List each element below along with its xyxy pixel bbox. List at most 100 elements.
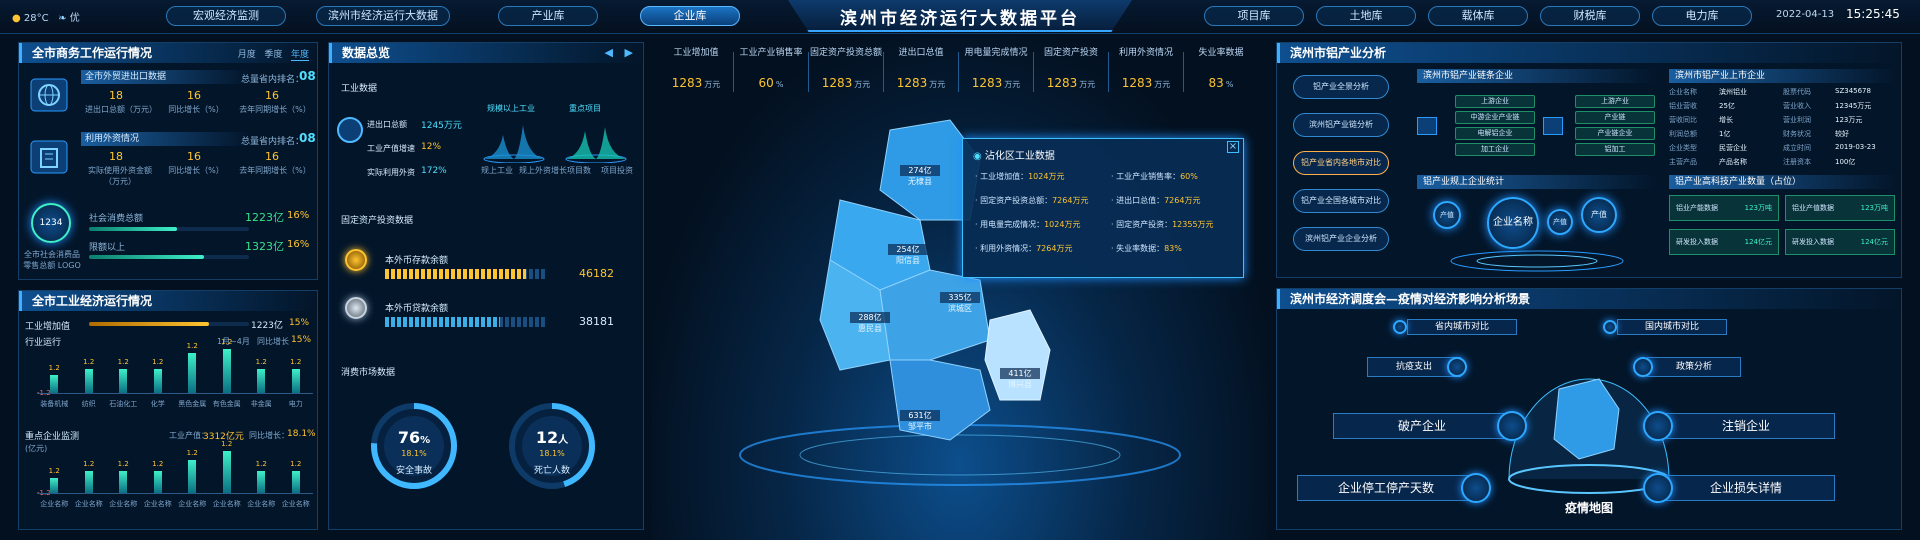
listed-key: 企业名称 [1669, 88, 1697, 96]
region-name: 无棣县 [908, 177, 932, 186]
consume-row2-value: 1323亿 [245, 240, 284, 253]
chain-item[interactable]: 铝加工 [1575, 143, 1655, 156]
popup-close-icon[interactable]: × [1227, 141, 1239, 153]
bar-category-label: 化学 [150, 400, 165, 408]
stat-divider [958, 52, 959, 92]
invest-value-2: 16 [187, 150, 201, 163]
popup-item-name: · 固定资产投资： [1111, 220, 1173, 229]
tech-name: 铝业产能数据 [1676, 204, 1718, 212]
epi-button[interactable]: 注销企业 [1657, 413, 1835, 439]
epi-button-label: 破产企业 [1397, 419, 1446, 433]
stat-label: 进出口总值 [898, 48, 944, 58]
tab-land-lib[interactable]: 土地库 [1316, 6, 1416, 26]
bubble-2-label: 产值 [1553, 218, 1567, 226]
tab-month[interactable]: 月度 [238, 50, 256, 60]
listed-key: 股票代码 [1783, 88, 1811, 96]
chain-title: 滨州市铝产业链条企业 [1417, 69, 1657, 83]
popup-region-icon: ◉ [973, 151, 982, 162]
chain-item[interactable]: 上游产业 [1575, 95, 1655, 108]
chart-icon [1643, 473, 1673, 503]
epi-button[interactable]: 企业损失详情 [1657, 475, 1835, 501]
bar-category-label: 企业名称 [178, 500, 207, 508]
tab-power-lib[interactable]: 电力库 [1652, 6, 1752, 26]
bar-column [119, 471, 128, 493]
bar-value-label: 1.2 [83, 460, 95, 468]
chain-item[interactable]: 中游企业产业链 [1455, 111, 1535, 124]
listed-value: 100亿 [1835, 158, 1856, 166]
next-arrow-icon[interactable]: ▶ [625, 46, 633, 59]
epi-button-label: 抗疫支出 [1395, 362, 1432, 372]
epi-button[interactable]: 省内城市对比 [1407, 319, 1517, 335]
bar-category-label: 纺织 [81, 400, 96, 408]
bar-category-label: 企业名称 [109, 500, 138, 508]
tab-enterprise-lib[interactable]: 企业库 [640, 6, 740, 26]
tech-grid: 铝业产能数据 123万吨 铝业产值数据 123万吨 研发投入数据 124亿元 研发投入数据 1… [1669, 195, 1897, 271]
epi-button-label: 省内城市对比 [1434, 322, 1489, 332]
ind-row3-pct: 18.1% [287, 429, 316, 439]
tab-bigdata[interactable]: 滨州市经济运行大数据 [316, 6, 450, 26]
building-icon [27, 135, 71, 179]
chain-item[interactable]: 产业链企业 [1575, 127, 1655, 140]
epi-button[interactable]: 国内城市对比 [1617, 319, 1727, 335]
alum-button[interactable]: 滨州铝产业链分析 [1293, 113, 1389, 137]
alum-button[interactable]: 铝产业全景分析 [1293, 75, 1389, 99]
tab-industry-lib[interactable]: 产业库 [498, 6, 598, 26]
tab-carrier-lib[interactable]: 载体库 [1428, 6, 1528, 26]
fixed-invest-section: 固定资产投资数据 [341, 216, 414, 226]
bar-category-label: 石油化工 [109, 400, 138, 408]
region-popup: ◉ 沾化区工业数据 × · 工业增加值：1024万元 · 工业产业销售率：60% ·… [962, 138, 1244, 278]
page-title: 滨州市经济运行大数据平台 [840, 9, 1080, 29]
chain-item[interactable]: 加工企业 [1455, 143, 1535, 156]
peak-chart1 [483, 125, 545, 163]
trade-rank: 08 [299, 69, 316, 83]
listed-value: 滨州铝业 [1719, 88, 1747, 96]
prev-arrow-icon[interactable]: ◀ [605, 46, 613, 59]
globe-icon [27, 73, 71, 117]
tab-year[interactable]: 年度 [290, 50, 309, 61]
region-value: 335亿 [940, 292, 980, 303]
stat-title: 铝产业规上企业统计 [1417, 175, 1657, 189]
stat-label: 固定资产投资总额 [810, 48, 883, 58]
listed-key: 企业类型 [1669, 144, 1697, 152]
stat-unit: % [775, 80, 784, 89]
ind-row2-label: 行业运行 [25, 338, 62, 348]
epi-button[interactable]: 政策分析 [1647, 357, 1741, 377]
stat-label: 用电量完成情况 [964, 48, 1028, 58]
consume-row1-fill [89, 227, 177, 231]
popup-item-name: · 工业增加值： [975, 172, 1029, 181]
gauge-deaths-unit: 人 [558, 435, 569, 446]
listed-value: 12345万元 [1835, 102, 1872, 110]
peak-chart1-title: 规模以上工业 [487, 104, 535, 113]
stat-number: 1283 [671, 76, 703, 90]
chain-item[interactable]: 上游企业 [1455, 95, 1535, 108]
bar-category-label: 装备机械 [40, 400, 69, 408]
tab-tax-lib[interactable]: 财税库 [1540, 6, 1640, 26]
alum-button[interactable]: 滨州铝产业企业分析 [1293, 227, 1389, 251]
popup-item-name: · 失业率数据： [1111, 244, 1165, 253]
chain-item[interactable]: 产业链 [1575, 111, 1655, 124]
chart-icon [337, 117, 363, 143]
alum-button[interactable]: 铝产业省内各地市对比 [1293, 151, 1389, 175]
commerce-panel: 全市商务工作运行情况 月度 季度 年度 全市外贸进出口数据 总量省内排名： 08… [18, 42, 318, 280]
bar-category-label: 企业名称 [247, 500, 276, 508]
popup-item: · 固定资产投资：12355万元 [1111, 219, 1214, 230]
stat-unit: 万元 [1154, 80, 1171, 89]
popup-title: ◉ 沾化区工业数据 [973, 147, 1055, 162]
bubble-main-label: 企业名称 [1493, 217, 1533, 228]
compare-icon [1393, 320, 1407, 334]
alum-panel: 滨州市铝产业分析 铝产业全景分析 滨州铝产业链分析 铝产业省内各地市对比 铝产业全国各… [1276, 42, 1902, 278]
chain-item[interactable]: 电解铝企业 [1455, 127, 1535, 140]
bar-value-label: 1.2 [186, 342, 198, 351]
trade-value-1: 18 [109, 89, 123, 102]
tech-name: 研发投入数据 [1676, 238, 1718, 246]
epi-button[interactable]: 破产企业 [1333, 413, 1511, 439]
alum-button[interactable]: 铝产业全国各城市对比 [1293, 189, 1389, 213]
popup-item-value: 7264万元 [1164, 196, 1201, 205]
gauge-safety-number: 76 [397, 428, 421, 447]
tab-quarter[interactable]: 季度 [264, 50, 282, 60]
consume-row2-fill [89, 255, 205, 259]
bar-column [153, 368, 162, 393]
epi-button[interactable]: 企业停工停产天数 [1297, 475, 1475, 501]
tab-macro[interactable]: 宏观经济监测 [166, 6, 286, 26]
tab-project-lib[interactable]: 项目库 [1204, 6, 1304, 26]
